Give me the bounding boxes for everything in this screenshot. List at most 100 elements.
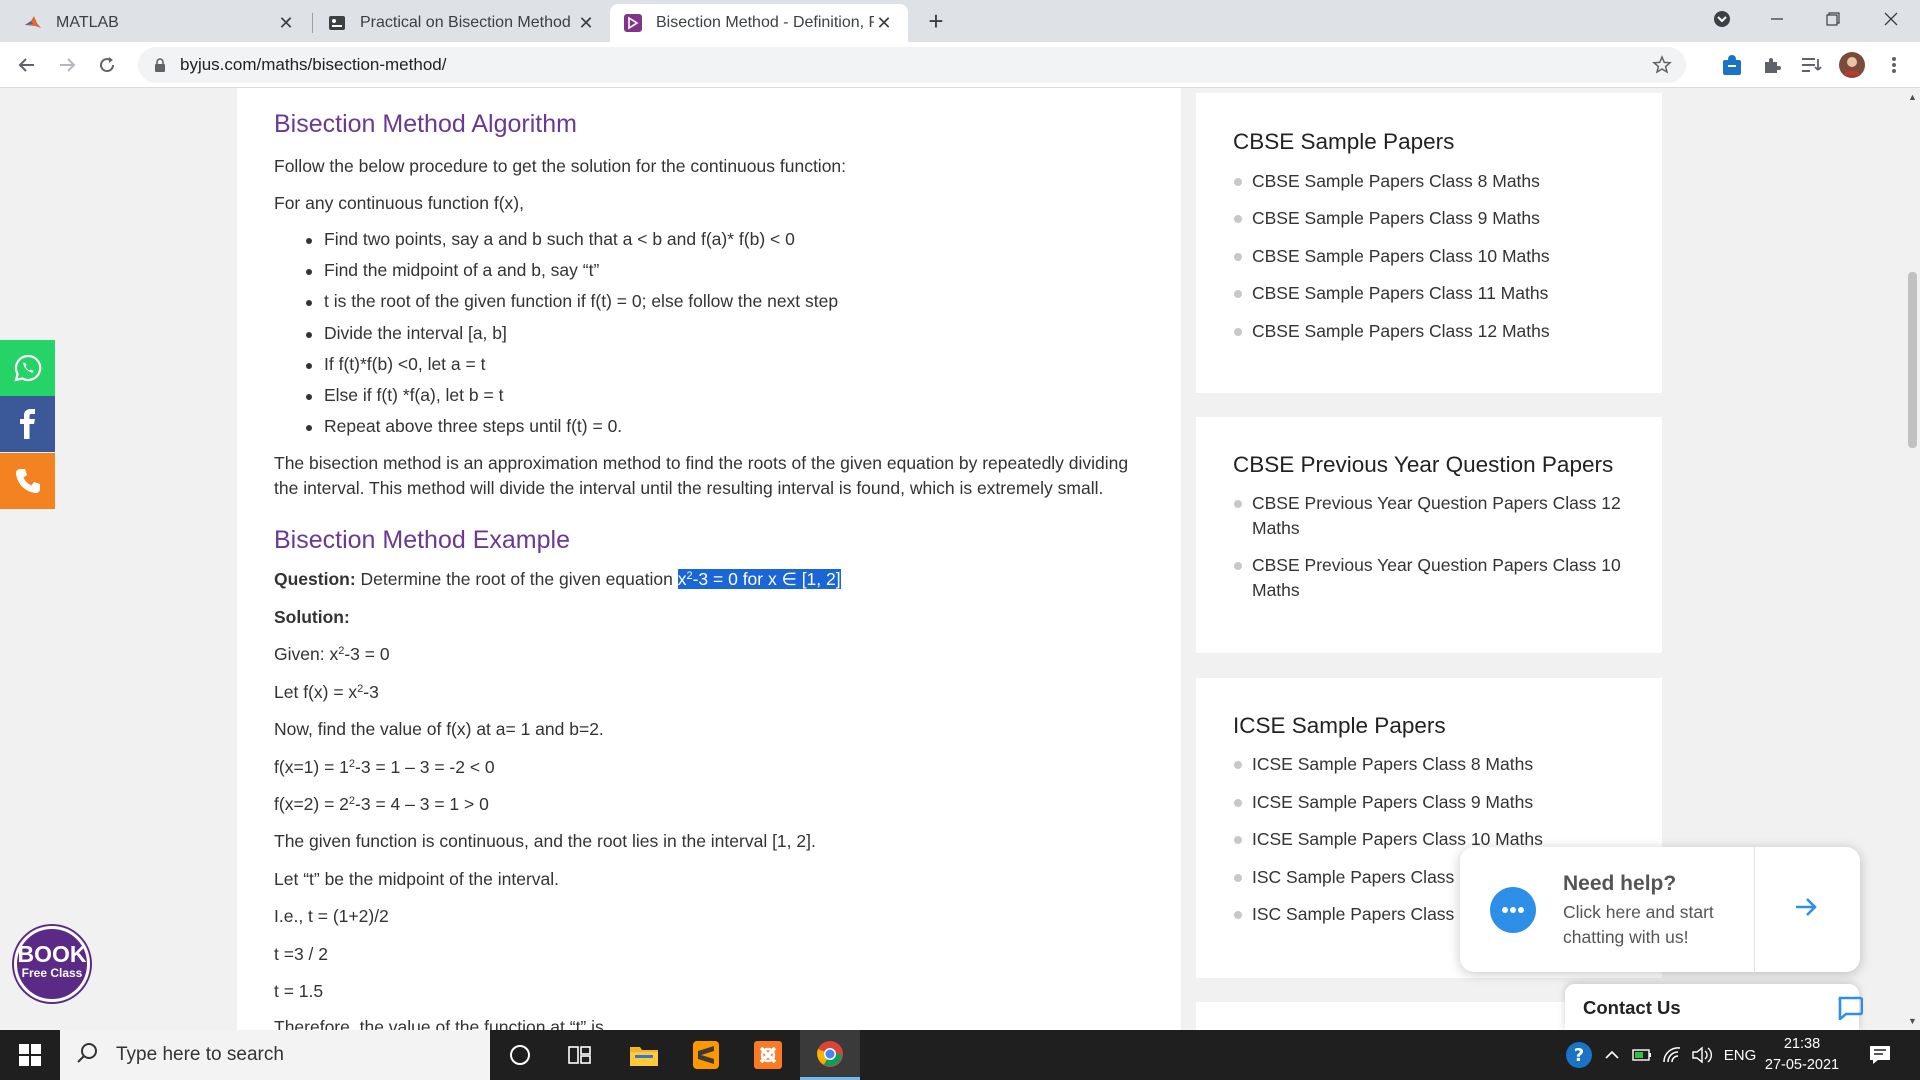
tab-search-icon[interactable] (1695, 0, 1749, 38)
example-heading: Bisection Method Example (274, 526, 570, 554)
solution-label-text: Solution: (274, 607, 350, 627)
profile-avatar-icon[interactable] (1839, 52, 1865, 78)
help-title: Need help? (1563, 872, 1677, 895)
tab-matlab[interactable]: MATLAB ✕ (10, 4, 310, 42)
card-title: ICSE Sample Papers (1233, 713, 1446, 738)
forward-icon[interactable] (52, 50, 82, 80)
selected-equation[interactable]: x2-3 = 0 for x ∈ [1, 2] (677, 569, 841, 589)
chat-help-popup[interactable]: Need help? Click here and start chatting… (1460, 847, 1860, 972)
phone-call-button[interactable] (0, 453, 55, 509)
volume-icon[interactable] (1688, 1030, 1716, 1080)
facebook-share-button[interactable] (0, 396, 55, 452)
fx1-a: f(x=1) = 1 (274, 757, 349, 777)
sidebar-link[interactable]: CBSE Sample Papers Class 10 Maths (1234, 244, 1632, 269)
scrollbar-thumb[interactable] (1908, 272, 1917, 448)
byjus-icon (624, 14, 642, 32)
sidebar-link[interactable]: CBSE Sample Papers Class 12 Maths (1234, 319, 1632, 344)
whatsapp-share-button[interactable] (0, 340, 55, 396)
svg-text:?: ? (1574, 1045, 1584, 1066)
tab-title: MATLAB (56, 14, 119, 31)
wifi-icon[interactable] (1658, 1030, 1686, 1080)
sidebar-link[interactable]: CBSE Previous Year Question Papers Class… (1234, 491, 1632, 541)
algorithm-heading: Bisection Method Algorithm (274, 110, 577, 138)
fx2-line: f(x=2) = 22-3 = 4 – 3 = 1 > 0 (274, 792, 489, 817)
new-tab-button[interactable]: + (922, 8, 950, 36)
arrow-right-icon[interactable] (1792, 893, 1820, 926)
t-line-1: t =3 / 2 (274, 944, 328, 964)
whatsapp-icon (13, 354, 41, 382)
tab-practical-bisection[interactable]: Practical on Bisection Method ✕ (314, 4, 610, 42)
clock-date: 27-05-2021 (1764, 1057, 1840, 1073)
fx2-a: f(x=2) = 2 (274, 794, 349, 814)
help-tray-icon[interactable]: ? (1562, 1030, 1596, 1080)
extensions-puzzle-icon[interactable] (1759, 52, 1785, 78)
notifications-icon[interactable] (1860, 1030, 1900, 1080)
close-tab-icon[interactable]: ✕ (576, 13, 596, 33)
more-menu-icon[interactable] (1881, 52, 1907, 78)
tab-strip: MATLAB ✕ Practical on Bisection Method ✕… (0, 0, 1920, 42)
reload-icon[interactable] (92, 50, 122, 80)
tab-bisection-method[interactable]: Bisection Method - Definition, Pr ✕ (610, 4, 908, 42)
battery-icon[interactable] (1628, 1030, 1656, 1080)
file-explorer-icon[interactable] (614, 1030, 674, 1080)
url-text: byjus.com/maths/bisection-method/ (180, 55, 447, 74)
tab-title: Practical on Bisection Method (360, 14, 571, 31)
document-icon (328, 14, 346, 32)
algorithm-step: Repeat above three steps until f(t) = 0. (305, 416, 623, 436)
tab-title: Bisection Method - Definition, Pr (656, 14, 874, 31)
sidebar-link[interactable]: CBSE Sample Papers Class 8 Maths (1234, 169, 1632, 194)
chrome-icon[interactable] (800, 1030, 860, 1080)
extension-translate-icon[interactable] (1719, 52, 1745, 78)
book-free-class-button[interactable]: BOOK Free Class (14, 926, 90, 1002)
article-column: Bisection Method Algorithm Follow the be… (237, 88, 1181, 1030)
sidebar-link[interactable]: ICSE Sample Papers Class 8 Maths (1234, 752, 1632, 777)
windows-start-icon[interactable] (0, 1030, 60, 1080)
given-line: Given: x2-3 = 0 (274, 642, 390, 667)
cbse-sample-card: CBSE Sample Papers CBSE Sample Papers Cl… (1196, 93, 1662, 393)
help-text: Click here and start chatting with us! (1563, 902, 1714, 947)
system-clock[interactable]: 21:38 27-05-2021 (1762, 1034, 1842, 1076)
back-icon[interactable] (12, 50, 42, 80)
lock-icon[interactable] (152, 57, 168, 73)
reading-list-icon[interactable] (1799, 52, 1825, 78)
page-scrollbar[interactable]: ▲ ▼ (1905, 88, 1920, 1030)
solution-label: Solution: (274, 605, 350, 630)
now-line: Now, find the value of f(x) at a= 1 and … (274, 719, 604, 739)
question-line: Question: Determine the root of the give… (274, 567, 841, 592)
contact-us-bar[interactable]: Contact Us (1565, 984, 1864, 1030)
question-label: Question: (274, 569, 356, 589)
let-b: -3 (363, 682, 379, 702)
close-tab-icon[interactable]: ✕ (276, 13, 296, 33)
task-view-icon[interactable] (550, 1030, 610, 1080)
t-line-2: t = 1.5 (274, 981, 324, 1001)
language-indicator[interactable]: ENG (1720, 1030, 1760, 1080)
scroll-down-arrow-icon[interactable]: ▼ (1908, 1016, 1917, 1026)
sidebar-link[interactable]: CBSE Sample Papers Class 11 Maths (1234, 281, 1632, 306)
sublime-text-icon[interactable] (676, 1030, 736, 1080)
sidebar-link[interactable]: CBSE Sample Papers Class 9 Maths (1234, 206, 1632, 231)
close-tab-icon[interactable]: ✕ (874, 13, 894, 33)
search-icon (76, 1042, 98, 1069)
xampp-icon[interactable] (738, 1030, 798, 1080)
taskbar-search-box[interactable]: Type here to search (60, 1030, 490, 1080)
question-text: Determine the root of the given equation (360, 569, 673, 589)
matlab-icon (24, 14, 42, 32)
minimize-icon[interactable] (1750, 0, 1804, 38)
bookmark-star-icon[interactable] (1652, 55, 1672, 80)
restore-icon[interactable] (1806, 0, 1860, 38)
sidebar-link[interactable]: CBSE Previous Year Question Papers Class… (1234, 553, 1632, 603)
tab-separator (312, 13, 313, 33)
help-divider (1754, 847, 1755, 972)
algorithm-step: Find the midpoint of a and b, say “t” (305, 260, 600, 280)
phone-icon (15, 469, 40, 493)
close-window-icon[interactable] (1864, 0, 1918, 38)
let-a: Let f(x) = x (274, 682, 358, 702)
chevron-up-icon[interactable] (1600, 1030, 1624, 1080)
cortana-icon[interactable] (490, 1030, 550, 1080)
given-b: -3 = 0 (344, 644, 390, 664)
sidebar-link[interactable]: ICSE Sample Papers Class 9 Maths (1234, 790, 1632, 815)
clock-time: 21:38 (1783, 1036, 1821, 1052)
address-bar[interactable]: byjus.com/maths/bisection-method/ (138, 47, 1686, 83)
scroll-up-arrow-icon[interactable]: ▲ (1908, 92, 1917, 102)
for-any-text: For any continuous function f(x), (274, 193, 524, 213)
